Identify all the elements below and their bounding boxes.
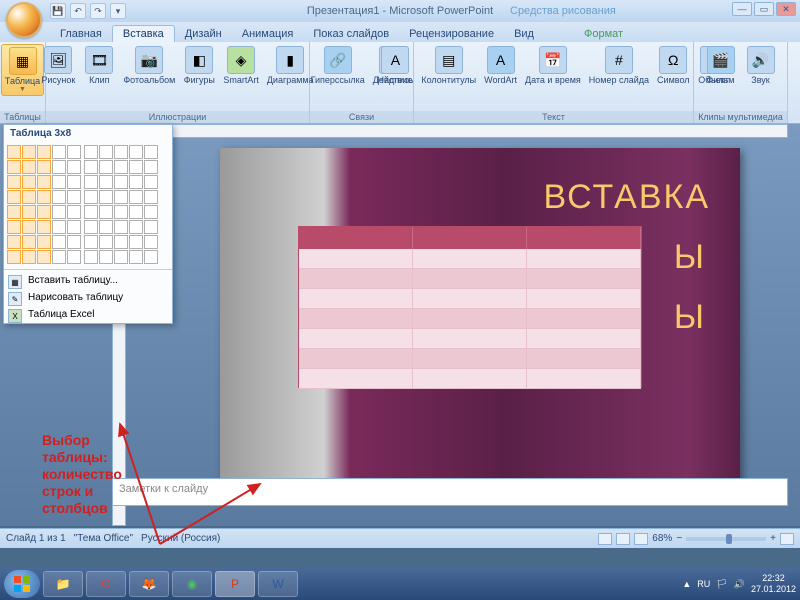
insert-table-menuitem[interactable]: ▦Вставить таблицу... bbox=[4, 272, 172, 289]
tab-home[interactable]: Главная bbox=[50, 26, 112, 42]
wordart-icon: A bbox=[487, 46, 515, 74]
chart-icon: ▮ bbox=[276, 46, 304, 74]
draw-table-menuitem[interactable]: ✎Нарисовать таблицу bbox=[4, 289, 172, 306]
view-sorter-icon[interactable] bbox=[616, 533, 630, 545]
minimize-button[interactable]: — bbox=[732, 2, 752, 16]
fit-window-icon[interactable] bbox=[780, 533, 794, 545]
table-size-label: Таблица 3x8 bbox=[4, 125, 172, 142]
tray-clock[interactable]: 22:32 27.01.2012 bbox=[751, 573, 796, 595]
movie-icon: 🎬 bbox=[707, 46, 735, 74]
textbox-icon: A bbox=[381, 46, 409, 74]
sound-icon: 🔊 bbox=[747, 46, 775, 74]
shapes-icon: ◧ bbox=[185, 46, 213, 74]
excel-table-menuitem[interactable]: XТаблица Excel bbox=[4, 306, 172, 323]
ruler-horizontal bbox=[112, 124, 788, 138]
tray-lang[interactable]: RU bbox=[697, 579, 710, 589]
taskbar-explorer[interactable]: 📁 bbox=[43, 571, 83, 597]
slide-line2: Ы bbox=[674, 238, 710, 277]
slide-indicator: Слайд 1 из 1 bbox=[6, 533, 66, 544]
picture-button[interactable]: 🖼Рисунок bbox=[38, 44, 78, 87]
slide-title: ВСТАВКА bbox=[544, 178, 710, 217]
hyperlink-button[interactable]: 🔗Гиперссылка bbox=[308, 44, 368, 87]
tab-slideshow[interactable]: Показ слайдов bbox=[303, 26, 399, 42]
taskbar: 📁 O 🦊 ◉ P W ▲ RU 🏳 🔊 22:32 27.01.2012 bbox=[0, 568, 800, 600]
shapes-button[interactable]: ◧Фигуры bbox=[180, 44, 218, 87]
picture-icon: 🖼 bbox=[44, 46, 72, 74]
photoalbum-button[interactable]: 📷Фотоальбом bbox=[120, 44, 178, 87]
taskbar-word[interactable]: W bbox=[258, 571, 298, 597]
tab-view[interactable]: Вид bbox=[504, 26, 544, 42]
insert-table-icon: ▦ bbox=[8, 275, 22, 289]
group-text: Текст bbox=[414, 111, 693, 123]
tab-review[interactable]: Рецензирование bbox=[399, 26, 504, 42]
symbol-icon: Ω bbox=[659, 46, 687, 74]
taskbar-firefox[interactable]: 🦊 bbox=[129, 571, 169, 597]
quick-access-toolbar: 💾 ↶ ↷ ▾ bbox=[50, 3, 126, 19]
zoom-out-icon[interactable]: − bbox=[676, 533, 682, 544]
draw-table-icon: ✎ bbox=[8, 292, 22, 306]
restore-button[interactable]: ▭ bbox=[754, 2, 774, 16]
slidenum-button[interactable]: #Номер слайда bbox=[586, 44, 652, 87]
taskbar-downloader[interactable]: ◉ bbox=[172, 571, 212, 597]
table-icon: ▦ bbox=[9, 47, 37, 75]
tab-format[interactable]: Формат bbox=[574, 26, 633, 42]
annotation-text: Выбортаблицы:количествострок истолбцов bbox=[42, 432, 122, 517]
zoom-slider[interactable] bbox=[686, 537, 766, 541]
save-icon[interactable]: 💾 bbox=[50, 3, 66, 19]
close-button[interactable]: ✕ bbox=[776, 2, 796, 16]
tray-up-icon[interactable]: ▲ bbox=[682, 579, 691, 589]
datetime-icon: 📅 bbox=[539, 46, 567, 74]
clip-button[interactable]: 🎞Клип bbox=[80, 44, 118, 87]
headerfooter-icon: ▤ bbox=[435, 46, 463, 74]
tray-flag-icon[interactable]: 🏳 bbox=[716, 579, 727, 590]
slide-line3: Ы bbox=[674, 298, 710, 337]
smartart-icon: ◈ bbox=[227, 46, 255, 74]
headerfooter-button[interactable]: ▤Колонтитулы bbox=[418, 44, 479, 87]
sound-button[interactable]: 🔊Звук bbox=[742, 44, 780, 87]
tab-insert[interactable]: Вставка bbox=[112, 25, 175, 42]
clip-icon: 🎞 bbox=[85, 46, 113, 74]
excel-icon: X bbox=[8, 309, 22, 323]
smartart-button[interactable]: ◈SmartArt bbox=[220, 44, 262, 87]
zoom-in-icon[interactable]: + bbox=[770, 533, 776, 544]
ribbon-tabs: Главная Вставка Дизайн Анимация Показ сл… bbox=[0, 22, 800, 42]
table-dropdown: Таблица 3x8 ▦Вставить таблицу... ✎Нарисо… bbox=[3, 124, 173, 324]
tab-animation[interactable]: Анимация bbox=[232, 26, 304, 42]
ribbon: ▦ Таблица ▼ Таблицы 🖼Рисунок 🎞Клип 📷Фото… bbox=[0, 42, 800, 124]
group-media: Клипы мультимедиа bbox=[694, 111, 787, 123]
group-illustrations: Иллюстрации bbox=[46, 111, 309, 123]
start-button[interactable] bbox=[4, 570, 40, 598]
system-tray: ▲ RU 🏳 🔊 22:32 27.01.2012 bbox=[682, 573, 796, 595]
redo-icon[interactable]: ↷ bbox=[90, 3, 106, 19]
context-tab-group-label: Средства рисования bbox=[510, 5, 616, 17]
zoom-label: 68% bbox=[652, 533, 672, 544]
slidenum-icon: # bbox=[605, 46, 633, 74]
undo-icon[interactable]: ↶ bbox=[70, 3, 86, 19]
textbox-button[interactable]: AНадпись bbox=[375, 44, 417, 87]
taskbar-powerpoint[interactable]: P bbox=[215, 571, 255, 597]
taskbar-opera[interactable]: O bbox=[86, 571, 126, 597]
table-live-preview bbox=[298, 226, 642, 388]
annotation-arrows bbox=[100, 404, 300, 554]
table-grid-right[interactable] bbox=[84, 145, 158, 264]
wordart-button[interactable]: AWordArt bbox=[481, 44, 520, 87]
symbol-button[interactable]: ΩСимвол bbox=[654, 44, 692, 87]
view-slideshow-icon[interactable] bbox=[634, 533, 648, 545]
window-title: Презентация1 - Microsoft PowerPoint bbox=[307, 5, 493, 17]
tray-volume-icon[interactable]: 🔊 bbox=[734, 579, 745, 590]
view-normal-icon[interactable] bbox=[598, 533, 612, 545]
table-grid-left[interactable] bbox=[7, 145, 81, 264]
office-button[interactable] bbox=[6, 2, 42, 38]
qat-more-icon[interactable]: ▾ bbox=[110, 3, 126, 19]
tab-design[interactable]: Дизайн bbox=[175, 26, 232, 42]
titlebar: 💾 ↶ ↷ ▾ Презентация1 - Microsoft PowerPo… bbox=[0, 0, 800, 22]
movie-button[interactable]: 🎬Фильм bbox=[702, 44, 740, 87]
hyperlink-icon: 🔗 bbox=[324, 46, 352, 74]
photoalbum-icon: 📷 bbox=[135, 46, 163, 74]
datetime-button[interactable]: 📅Дата и время bbox=[522, 44, 584, 87]
windows-logo-icon bbox=[13, 575, 31, 593]
